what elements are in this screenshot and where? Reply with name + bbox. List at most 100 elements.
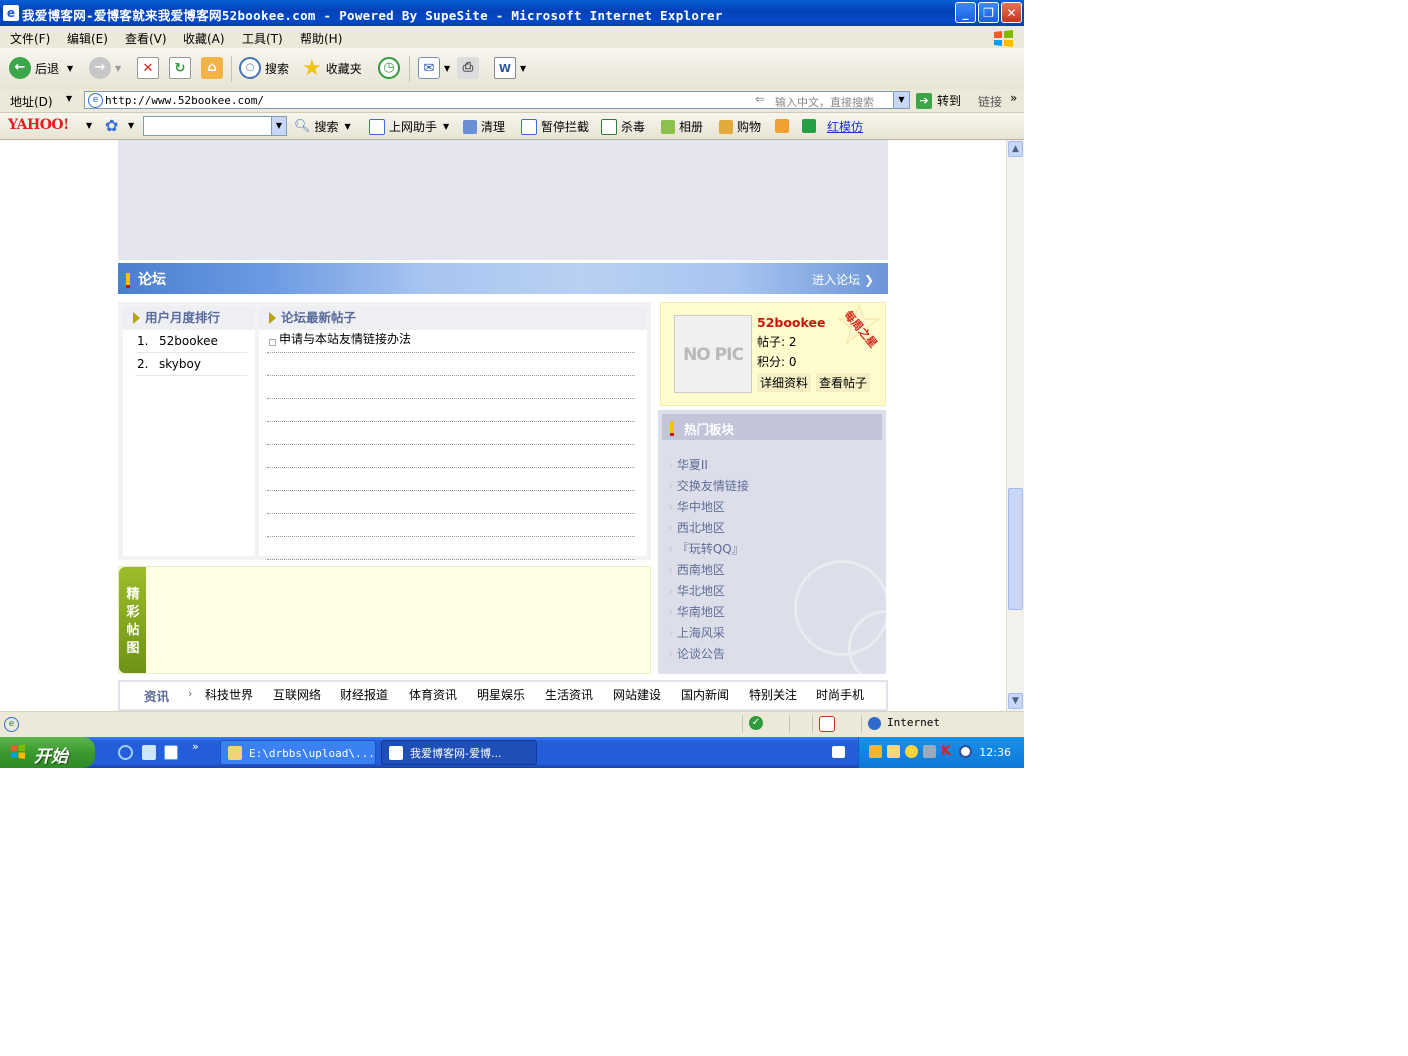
hot-board-link[interactable]: 西南地区 bbox=[668, 561, 725, 578]
tray-network-icon[interactable] bbox=[923, 745, 936, 758]
hot-board-link[interactable]: 华中地区 bbox=[668, 498, 725, 515]
rank-user-link[interactable]: 52bookee bbox=[159, 330, 218, 352]
nav-item[interactable]: 国内新闻 bbox=[681, 686, 729, 703]
ie-quicklaunch-icon[interactable] bbox=[118, 745, 133, 760]
mail-button[interactable]: ✉ ▼ bbox=[418, 56, 450, 80]
home-button[interactable]: ⌂ bbox=[201, 56, 227, 80]
tray-mail-icon[interactable] bbox=[887, 745, 900, 758]
back-button[interactable]: ← 后退 ▼ bbox=[9, 56, 73, 80]
menu-favorites[interactable]: 收藏(A) bbox=[183, 30, 225, 47]
restore-button[interactable]: ❐ bbox=[978, 2, 999, 23]
stop-button[interactable]: ✕ bbox=[137, 56, 163, 80]
search-button[interactable]: ○ 搜索 bbox=[239, 56, 289, 80]
yahoo-search-dropdown-icon[interactable]: ▼ bbox=[271, 117, 286, 135]
hot-board-link[interactable]: 上海风采 bbox=[668, 624, 725, 641]
popup-block-button[interactable]: 暂停拦截 bbox=[521, 118, 589, 135]
menu-view[interactable]: 查看(V) bbox=[125, 30, 167, 47]
forward-button[interactable]: → ▼ bbox=[89, 56, 121, 80]
back-arrow-icon: ← bbox=[9, 57, 31, 79]
favorites-button[interactable]: ★ 收藏夹 bbox=[302, 56, 362, 81]
history-button[interactable]: ◷ bbox=[378, 56, 404, 80]
nav-item[interactable]: 时尚手机 bbox=[816, 686, 864, 703]
refresh-button[interactable]: ↻ bbox=[169, 56, 195, 80]
start-button[interactable]: 开始 bbox=[0, 737, 95, 768]
nav-item[interactable]: 特别关注 bbox=[749, 686, 797, 703]
links-chevron-icon[interactable]: » bbox=[1010, 91, 1017, 105]
hot-board-link[interactable]: 西北地区 bbox=[668, 519, 725, 536]
tray-antivirus-icon[interactable]: K bbox=[941, 744, 951, 759]
address-input[interactable]: e http://www.52bookee.com/ ⇐ 输入中文，直接搜索 ▼ bbox=[84, 91, 910, 109]
menu-tools[interactable]: 工具(T) bbox=[242, 30, 283, 47]
app-quicklaunch-icon[interactable] bbox=[164, 745, 178, 760]
flower-dropdown-icon[interactable]: ▼ bbox=[128, 121, 134, 130]
web-helper-button[interactable]: 上网助手 ▼ bbox=[369, 118, 449, 135]
album-button[interactable]: 相册 bbox=[661, 118, 703, 135]
back-dropdown-icon[interactable]: ▼ bbox=[67, 64, 73, 73]
nav-item[interactable]: 生活资讯 bbox=[545, 686, 593, 703]
yahoo-logo[interactable]: YAHOO! bbox=[8, 117, 69, 133]
trash-quicklaunch-icon[interactable] bbox=[142, 745, 156, 760]
window-title-bar[interactable]: e 我爱博客网-爱博客就来我爱博客网52bookee.com - Powered… bbox=[0, 0, 1024, 26]
close-button[interactable]: ✕ bbox=[1001, 2, 1022, 23]
yahoo-search-button[interactable]: 🔍︎ 搜索 ▼ bbox=[294, 118, 351, 135]
profile-button[interactable]: 详细资料 bbox=[757, 373, 812, 392]
popup-blocked-icon[interactable] bbox=[819, 716, 835, 732]
tray-app-icon[interactable] bbox=[869, 745, 882, 758]
nav-item[interactable]: 体育资讯 bbox=[409, 686, 457, 703]
enter-forum-link[interactable]: 进入论坛 ❯ bbox=[812, 271, 874, 288]
taskbar-ie-task[interactable]: 我爱博客网-爱博... bbox=[381, 740, 537, 765]
windows-flag-icon bbox=[11, 744, 25, 759]
featured-images-box: 精 彩 帖 图 bbox=[118, 566, 651, 674]
hot-board-link[interactable]: 论谈公告 bbox=[668, 645, 725, 662]
rss-icon[interactable] bbox=[775, 119, 789, 133]
address-label-dropdown-icon[interactable]: ▼ bbox=[66, 94, 72, 103]
address-dropdown-icon[interactable]: ▼ bbox=[893, 92, 909, 108]
clean-button[interactable]: 清理 bbox=[463, 118, 505, 135]
scroll-down-icon[interactable]: ▼ bbox=[1008, 693, 1023, 709]
links-toolbar[interactable]: 链接 bbox=[978, 93, 1002, 110]
hot-board-link[interactable]: 华夏II bbox=[668, 456, 708, 473]
hot-board-link[interactable]: 华南地区 bbox=[668, 603, 725, 620]
post-row bbox=[267, 514, 635, 537]
headphone-icon[interactable] bbox=[802, 119, 816, 133]
print-button[interactable]: ⎙ bbox=[457, 56, 483, 80]
menu-edit[interactable]: 编辑(E) bbox=[67, 30, 108, 47]
nav-item[interactable]: 网站建设 bbox=[613, 686, 661, 703]
hot-board-link[interactable]: 交换友情链接 bbox=[668, 477, 749, 494]
nav-item[interactable]: 互联网络 bbox=[273, 686, 321, 703]
nav-label[interactable]: 资讯 bbox=[144, 686, 169, 705]
tray-smiley-icon[interactable] bbox=[905, 745, 918, 758]
rank-user-link[interactable]: skyboy bbox=[159, 353, 201, 375]
flower-icon[interactable]: ✿ bbox=[105, 116, 118, 135]
clock[interactable]: 12:36 bbox=[979, 746, 1011, 759]
page-viewport: 论坛 进入论坛 ❯ 用户月度排行 1. 52bookee 2. skyboy 论… bbox=[0, 140, 1006, 711]
nav-item[interactable]: 明星娱乐 bbox=[477, 686, 525, 703]
avatar-placeholder[interactable]: NO PIC bbox=[674, 315, 752, 393]
nav-item[interactable]: 财经报道 bbox=[340, 686, 388, 703]
antivirus-button[interactable]: 杀毒 bbox=[601, 118, 645, 135]
scroll-up-icon[interactable]: ▲ bbox=[1008, 141, 1023, 157]
yahoo-dropdown-icon[interactable]: ▼ bbox=[86, 121, 92, 130]
quicklaunch-chevron-icon[interactable]: » bbox=[192, 740, 199, 753]
edit-word-button[interactable]: W ▼ bbox=[494, 56, 526, 80]
menu-help[interactable]: 帮助(H) bbox=[300, 30, 342, 47]
nav-item[interactable]: 科技世界 bbox=[205, 686, 253, 703]
post-link[interactable]: 申请与本站友情链接办法 bbox=[279, 328, 411, 350]
toolbar-separator bbox=[409, 56, 410, 82]
view-posts-button[interactable]: 查看帖子 bbox=[816, 373, 871, 392]
latest-posts-column: 论坛最新帖子 申请与本站友情链接办法 bbox=[259, 306, 647, 560]
shopping-button[interactable]: 购物 bbox=[719, 118, 761, 135]
yahoo-search-input[interactable]: ▼ bbox=[143, 116, 287, 136]
red-mimic-link[interactable]: 红模仿 bbox=[827, 118, 863, 135]
hot-board-link[interactable]: 『玩转QQ』 bbox=[668, 540, 744, 557]
helper-dropdown-icon: ▼ bbox=[443, 122, 450, 131]
go-button[interactable]: ➔ 转到 bbox=[916, 92, 961, 109]
keyboard-icon[interactable] bbox=[832, 746, 845, 758]
vertical-scrollbar[interactable]: ▲ ▼ bbox=[1006, 140, 1024, 711]
scroll-thumb[interactable] bbox=[1008, 488, 1023, 610]
tray-qq-icon[interactable] bbox=[959, 745, 972, 758]
hot-board-link[interactable]: 华北地区 bbox=[668, 582, 725, 599]
menu-file[interactable]: 文件(F) bbox=[10, 30, 50, 47]
minimize-button[interactable]: _ bbox=[955, 2, 976, 23]
taskbar-explorer-task[interactable]: E:\drbbs\upload\... bbox=[220, 740, 376, 765]
